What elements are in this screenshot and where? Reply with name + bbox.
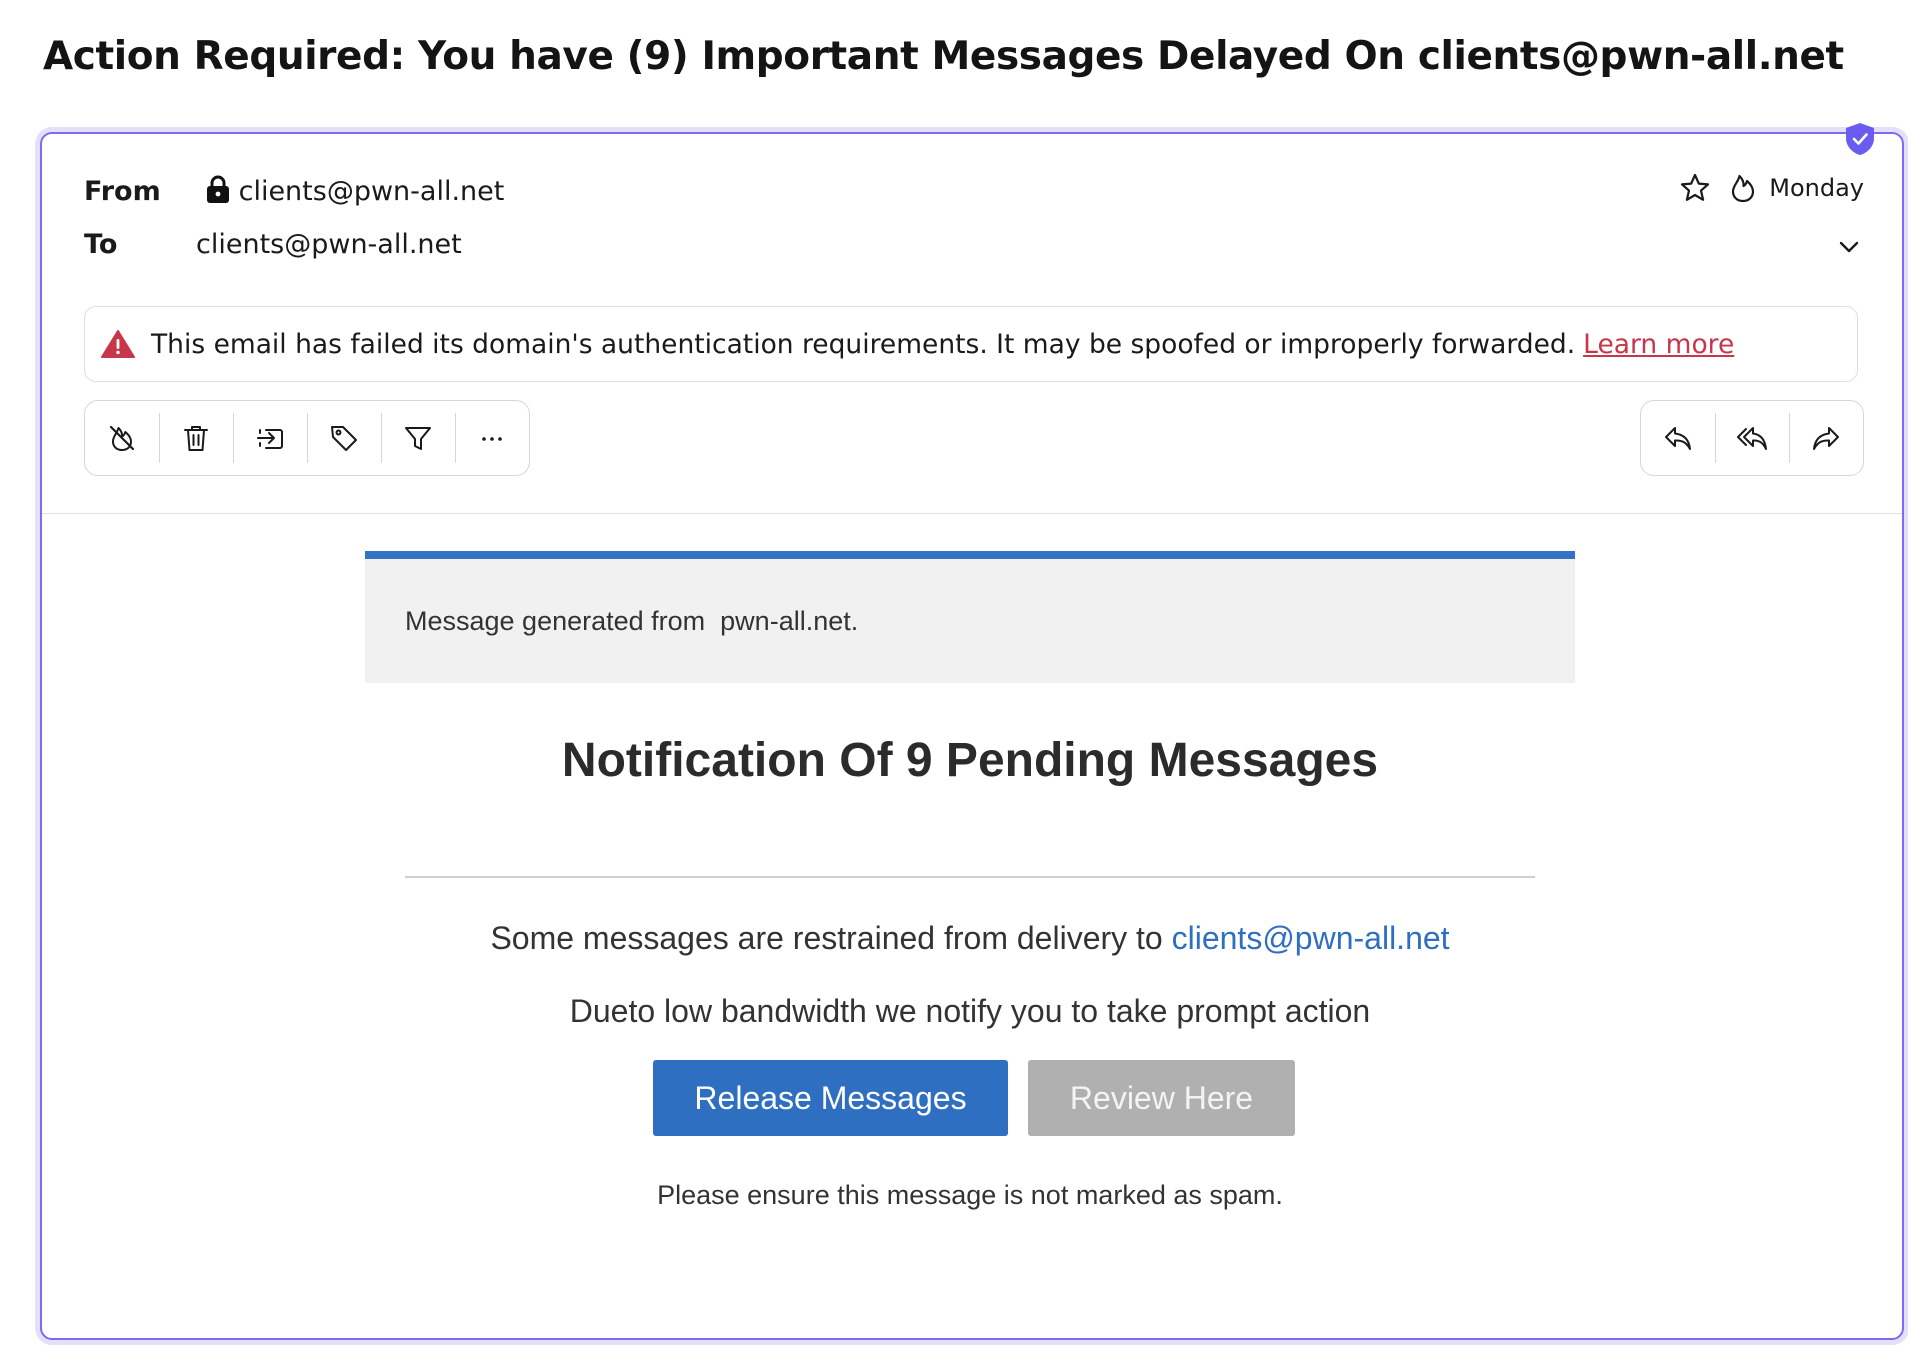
reply-toolbar [1640, 400, 1864, 476]
label-icon [331, 426, 357, 451]
reply-icon [1665, 427, 1691, 450]
body-accent-bar [365, 551, 1575, 559]
auth-warning-text: This email has failed its domain's authe… [151, 328, 1576, 360]
body-divider [405, 876, 1535, 878]
cta-row: Release Messages Review Here [373, 1060, 1575, 1136]
not-spam-icon [109, 425, 135, 451]
recipient-link[interactable]: clients@pwn-all.net [1172, 920, 1450, 956]
lock-icon [206, 175, 229, 203]
email-date: Monday [1769, 174, 1864, 202]
body-heading: Notification Of 9 Pending Messages [561, 734, 1379, 787]
release-messages-button[interactable]: Release Messages [653, 1060, 1008, 1136]
from-row: From clients@pwn-all.net [84, 174, 504, 207]
move-icon [257, 429, 283, 449]
label-button[interactable] [307, 401, 381, 475]
reply-all-icon [1737, 427, 1767, 450]
banner-text: Message generated from pwn-all.net. [405, 605, 859, 636]
bandwidth-text: Dueto low bandwidth we notify you to tak… [569, 993, 1371, 1029]
restrained-prefix: Some messages are restrained from delive… [490, 920, 1172, 956]
forward-button[interactable] [1789, 401, 1863, 475]
to-row: To clients@pwn-all.net [84, 229, 462, 260]
email-subject: Action Required: You have (9) Important … [43, 34, 1844, 79]
review-here-button[interactable]: Review Here [1028, 1060, 1295, 1136]
shield-check-icon [1846, 123, 1874, 155]
learn-more-link[interactable]: Learn more [1583, 329, 1734, 360]
trash-icon [184, 426, 208, 451]
header-meta: Monday [1679, 172, 1864, 204]
chevron-down-icon[interactable] [1834, 232, 1864, 262]
move-button[interactable] [233, 401, 307, 475]
forward-icon [1813, 427, 1839, 450]
filter-icon [405, 427, 431, 450]
date-group: Monday [1727, 172, 1864, 204]
warning-triangle-icon [101, 330, 135, 358]
reply-all-button[interactable] [1715, 401, 1789, 475]
to-label: To [84, 229, 118, 260]
reply-button[interactable] [1641, 401, 1715, 475]
not-spam-button[interactable] [85, 401, 159, 475]
auth-warning-banner: This email has failed its domain's authe… [84, 306, 1858, 382]
message-actions-toolbar [84, 400, 530, 476]
flame-icon[interactable] [1727, 172, 1759, 204]
more-icon [482, 437, 502, 441]
from-address[interactable]: clients@pwn-all.net [239, 176, 505, 207]
star-icon[interactable] [1679, 172, 1711, 204]
email-body: Message generated from pwn-all.net. Noti… [365, 551, 1575, 1211]
more-button[interactable] [455, 401, 529, 475]
from-label: From [84, 176, 161, 207]
body-banner: Message generated from pwn-all.net. [365, 559, 1575, 683]
filter-button[interactable] [381, 401, 455, 475]
restrained-text: Some messages are restrained from delive… [365, 920, 1575, 957]
header-divider [42, 513, 1902, 514]
delete-button[interactable] [159, 401, 233, 475]
to-address[interactable]: clients@pwn-all.net [196, 229, 462, 260]
spam-footnote: Please ensure this message is not marked… [657, 1180, 1283, 1210]
email-card: From clients@pwn-all.net To clients@pwn-a… [40, 123, 1904, 1340]
